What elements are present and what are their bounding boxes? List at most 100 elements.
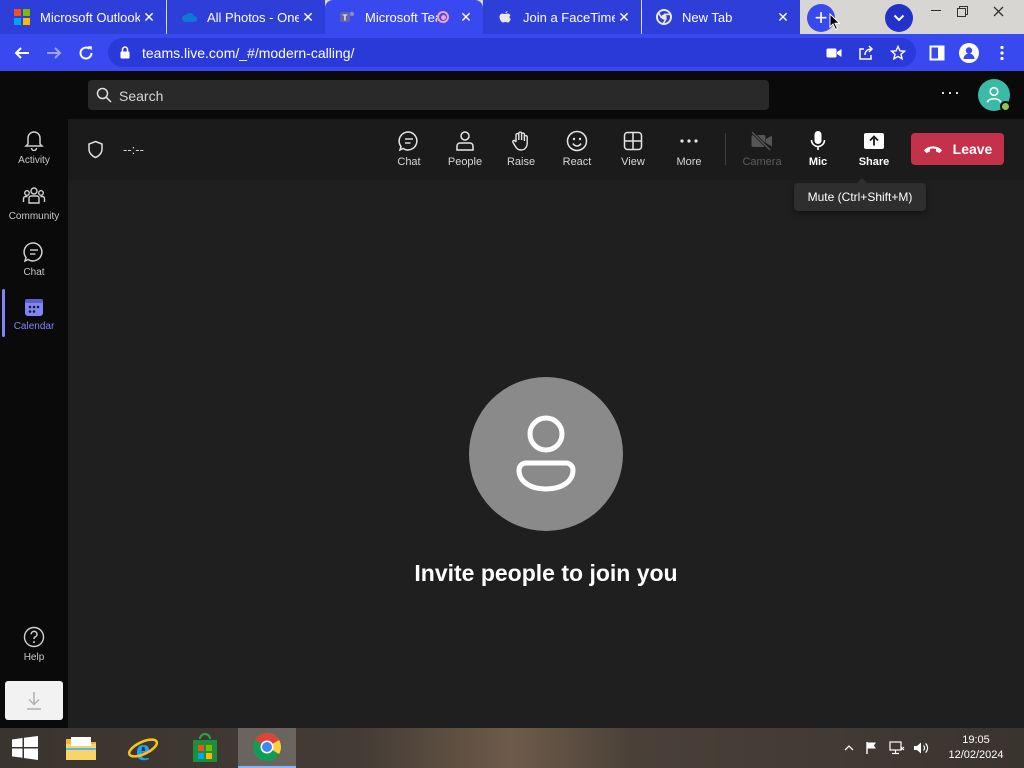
rail-label: Chat	[23, 267, 45, 278]
shield-icon[interactable]	[87, 140, 104, 159]
address-url: teams.live.com/_#/modern-calling/	[142, 45, 355, 61]
browser-menu-button[interactable]	[989, 40, 1015, 66]
camera-button[interactable]: Camera	[737, 129, 787, 175]
close-tab-icon[interactable]: ✕	[457, 8, 475, 26]
close-tab-icon[interactable]: ✕	[299, 8, 317, 26]
system-clock[interactable]: 19:05 12/02/2024	[940, 733, 1012, 763]
teams-app-rail: Activity Community Chat Calendar Help	[0, 119, 68, 728]
action-flag-icon[interactable]	[864, 740, 880, 756]
forward-button[interactable]	[41, 40, 67, 66]
tab-all-photos-onedrive[interactable]: All Photos - OneDrive ✕	[167, 0, 325, 34]
community-icon	[22, 187, 46, 204]
invite-people-message: Invite people to join you	[414, 560, 678, 586]
more-options-button[interactable]: ···	[940, 83, 961, 101]
leave-call-button[interactable]: Leave	[911, 133, 1004, 165]
taskbar-chrome[interactable]	[238, 728, 296, 768]
svg-text:T: T	[343, 14, 348, 23]
restore-window-button[interactable]	[945, 0, 979, 22]
tab-microsoft-teams[interactable]: T Microsoft Teams ✕	[325, 0, 483, 34]
rail-item-chat[interactable]: Chat	[0, 233, 68, 287]
mouse-cursor-icon	[829, 13, 841, 31]
close-tab-icon[interactable]: ✕	[615, 8, 633, 26]
react-smiley-icon	[565, 129, 589, 153]
share-page-icon[interactable]	[857, 44, 875, 62]
raise-hand-button[interactable]: Raise	[496, 129, 546, 175]
call-control-bar: --:-- Chat People Raise React View More	[68, 119, 1024, 180]
reload-button[interactable]	[73, 40, 99, 66]
help-icon	[23, 626, 45, 648]
camera-off-icon	[750, 129, 774, 153]
react-button[interactable]: React	[552, 129, 602, 175]
people-button[interactable]: People	[440, 129, 490, 175]
browser-tab-strip: Microsoft Outlook ✕ All Photos - OneDriv…	[0, 0, 1024, 34]
network-icon[interactable]	[889, 740, 905, 756]
rail-item-help[interactable]: Help	[0, 618, 68, 672]
rail-item-community[interactable]: Community	[0, 177, 68, 231]
lock-icon	[120, 46, 130, 59]
teams-search-box[interactable]: Search	[88, 80, 769, 110]
chat-button[interactable]: Chat	[384, 129, 434, 175]
call-timer: --:--	[123, 142, 144, 157]
browser-toolbar: teams.live.com/_#/modern-calling/	[0, 34, 1024, 71]
tab-title: Join a FaceTime call	[523, 9, 615, 25]
chrome-logo-icon	[656, 9, 672, 25]
tab-microsoft-outlook[interactable]: Microsoft Outlook ✕	[0, 0, 166, 34]
close-tab-icon[interactable]: ✕	[140, 8, 158, 26]
toolbar-label: Mic	[808, 156, 828, 168]
close-window-button[interactable]	[981, 0, 1015, 22]
store-icon	[193, 733, 217, 762]
chat-icon	[23, 242, 43, 263]
taskbar-internet-explorer[interactable]: e	[114, 728, 172, 768]
volume-icon[interactable]	[913, 740, 929, 756]
chat-bubble-icon	[397, 129, 421, 153]
show-hidden-icons-chevron-icon[interactable]	[841, 740, 857, 756]
mic-button[interactable]: Mic	[793, 129, 843, 175]
user-avatar[interactable]	[978, 79, 1011, 112]
taskbar-file-explorer[interactable]	[52, 728, 110, 768]
toolbar-label: People	[447, 156, 483, 168]
close-tab-icon[interactable]: ✕	[774, 8, 792, 26]
bookmark-star-icon[interactable]	[889, 44, 907, 62]
toolbar-label: Chat	[397, 156, 421, 168]
tab-title: New Tab	[682, 9, 733, 25]
taskbar-store[interactable]	[176, 728, 234, 768]
tab-search-button[interactable]	[885, 4, 913, 32]
call-stage: Invite people to join you	[68, 180, 1024, 728]
person-placeholder-icon	[516, 415, 576, 492]
more-actions-button[interactable]: More	[664, 129, 714, 175]
rail-label: Calendar	[13, 321, 55, 332]
participant-avatar	[469, 377, 623, 531]
mic-icon	[806, 129, 830, 153]
windows-logo-icon	[14, 9, 30, 25]
download-app-button[interactable]	[5, 681, 63, 720]
rail-label: Community	[8, 211, 60, 222]
toolbar-divider	[725, 133, 726, 165]
view-button[interactable]: View	[608, 129, 658, 175]
share-screen-button[interactable]: Share	[849, 129, 899, 175]
svg-text:e: e	[136, 733, 150, 763]
tab-new-tab[interactable]: New Tab ✕	[642, 0, 800, 34]
tab-title: Microsoft Outlook	[40, 9, 140, 25]
more-dots-icon	[677, 129, 701, 153]
restore-icon	[956, 5, 968, 17]
side-panel-icon	[929, 45, 945, 61]
back-button[interactable]	[9, 40, 35, 66]
side-panel-button[interactable]	[924, 40, 950, 66]
forward-arrow-icon	[47, 47, 62, 59]
address-bar[interactable]: teams.live.com/_#/modern-calling/	[108, 38, 916, 67]
plus-icon: +	[814, 5, 828, 30]
rail-item-activity[interactable]: Activity	[0, 121, 68, 175]
tab-title: Microsoft Teams	[365, 9, 437, 25]
leave-label: Leave	[952, 141, 993, 157]
chevron-down-icon	[893, 14, 905, 22]
profile-button[interactable]	[956, 40, 982, 66]
reload-icon	[79, 46, 93, 60]
screen: Microsoft Outlook ✕ All Photos - OneDriv…	[0, 0, 1024, 768]
tab-join-facetime[interactable]: Join a FaceTime call ✕	[483, 0, 641, 34]
raise-hand-icon	[509, 129, 533, 153]
camera-in-use-icon[interactable]	[825, 44, 843, 62]
rail-item-calendar[interactable]: Calendar	[0, 289, 68, 343]
back-arrow-icon	[14, 47, 29, 59]
start-button[interactable]	[0, 728, 50, 768]
share-screen-icon	[862, 129, 886, 153]
